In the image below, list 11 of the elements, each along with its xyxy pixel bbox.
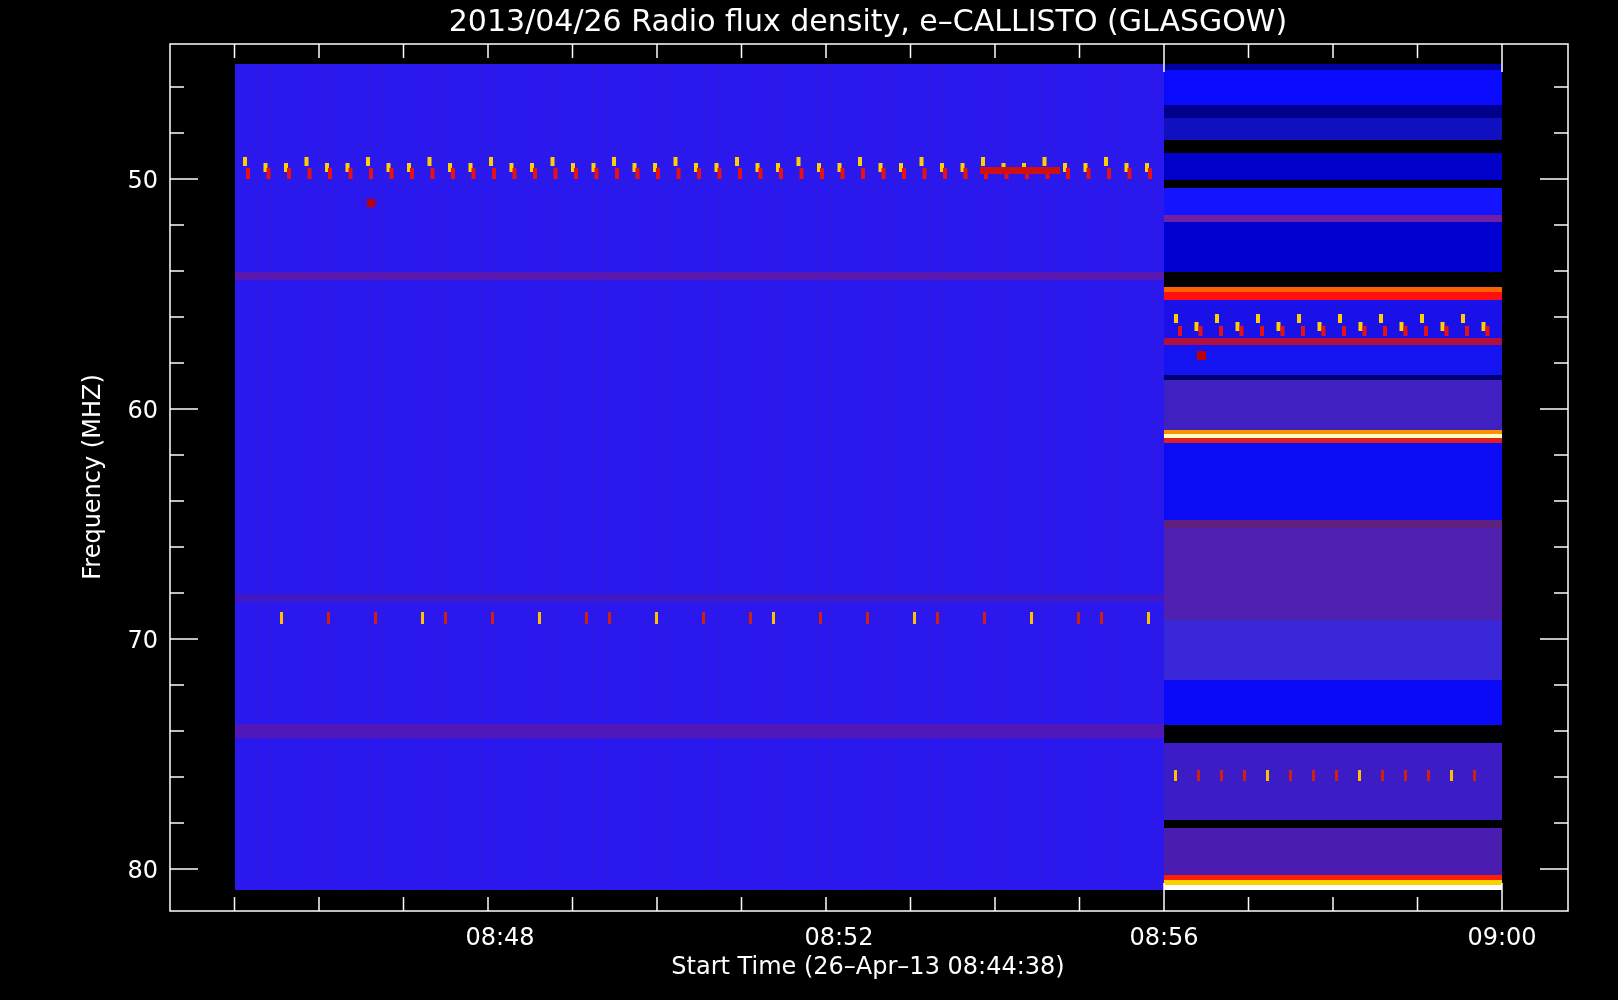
x-tick-label: 08:56 xyxy=(1129,923,1199,951)
x-tick-label: 09:00 xyxy=(1467,923,1537,951)
y-tick-label: 60 xyxy=(127,396,158,424)
x-tick-label: 08:48 xyxy=(465,923,535,951)
plot-title: 2013/04/26 Radio flux density, e–CALLISTO (GLASGOW) xyxy=(448,3,1288,38)
y-tick-label: 50 xyxy=(127,166,158,194)
y-axis-label: Frequency (MHZ) xyxy=(78,374,106,580)
x-tick-label: 08:52 xyxy=(804,923,874,951)
y-tick-label: 80 xyxy=(127,856,158,884)
x-axis-label: Start Time (26–Apr–13 08:44:38) xyxy=(671,952,1065,980)
y-tick-label: 70 xyxy=(127,626,158,654)
